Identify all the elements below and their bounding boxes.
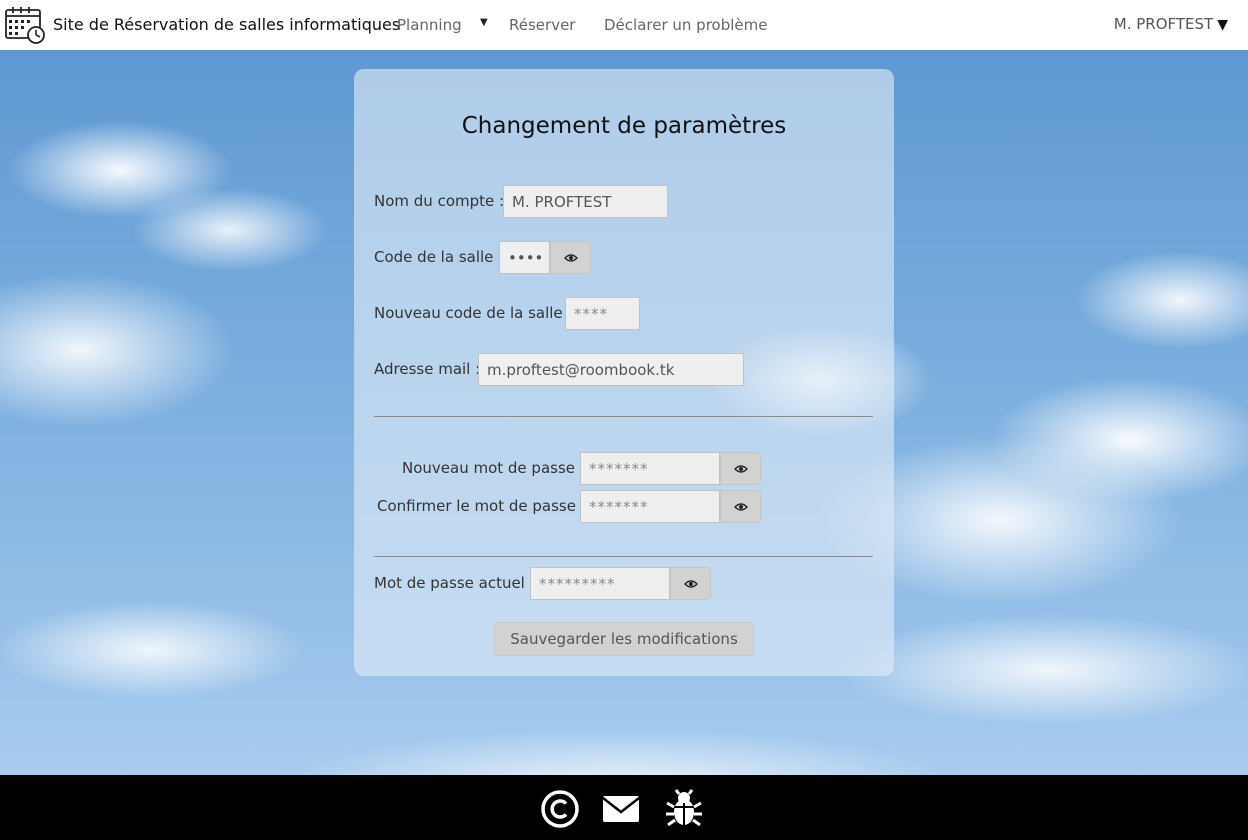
current-password-label: Mot de passe actuel : bbox=[374, 574, 535, 592]
new-password-label: Nouveau mot de passe : bbox=[402, 459, 585, 477]
confirm-password-label: Confirmer le mot de passe : bbox=[377, 497, 586, 515]
copyright-icon[interactable] bbox=[540, 789, 580, 829]
nav-reserver[interactable]: Réserver bbox=[509, 16, 575, 34]
eye-icon bbox=[733, 502, 748, 511]
toggle-confirm-password-visibility-button[interactable] bbox=[720, 490, 761, 523]
email-field[interactable]: m.proftest@roombook.tk bbox=[478, 353, 744, 386]
new-password-field[interactable]: ******* bbox=[580, 452, 720, 485]
planning-dropdown-caret-icon[interactable]: ▼ bbox=[480, 17, 488, 28]
current-password-field[interactable]: ********* bbox=[530, 567, 670, 600]
divider bbox=[374, 416, 873, 417]
toggle-room-code-visibility-button[interactable] bbox=[550, 241, 591, 274]
settings-card: Changement de paramètres Nom du compte :… bbox=[354, 69, 894, 676]
divider bbox=[374, 556, 873, 557]
room-code-label: Code de la salle : bbox=[374, 248, 504, 266]
room-code-field[interactable]: •••• bbox=[499, 241, 550, 274]
new-room-code-field[interactable]: **** bbox=[565, 297, 640, 330]
footer bbox=[0, 775, 1248, 840]
user-menu[interactable]: M. PROFTEST ▼ bbox=[1114, 15, 1228, 33]
toggle-current-password-visibility-button[interactable] bbox=[670, 567, 711, 600]
calendar-clock-icon[interactable] bbox=[5, 6, 45, 44]
save-changes-button[interactable]: Sauvegarder les modifications bbox=[494, 622, 754, 656]
toggle-new-password-visibility-button[interactable] bbox=[720, 452, 761, 485]
account-name-field[interactable]: M. PROFTEST bbox=[503, 185, 668, 218]
eye-icon bbox=[683, 579, 698, 588]
nav-planning[interactable]: Planning bbox=[397, 16, 462, 34]
new-room-code-label: Nouveau code de la salle : bbox=[374, 304, 573, 322]
top-navbar: Site de Réservation de salles informatiq… bbox=[0, 0, 1248, 50]
page-title: Changement de paramètres bbox=[461, 113, 787, 139]
bug-icon[interactable] bbox=[664, 789, 704, 829]
user-caret-icon: ▼ bbox=[1217, 17, 1228, 33]
eye-icon bbox=[563, 253, 578, 262]
mail-icon[interactable] bbox=[601, 789, 641, 829]
confirm-password-field[interactable]: ******* bbox=[580, 490, 720, 523]
account-name-label: Nom du compte : bbox=[374, 192, 505, 210]
nav-declarer-probleme[interactable]: Déclarer un problème bbox=[604, 16, 767, 34]
site-title[interactable]: Site de Réservation de salles informatiq… bbox=[53, 15, 400, 34]
email-label: Adresse mail : bbox=[374, 360, 481, 378]
eye-icon bbox=[733, 464, 748, 473]
user-name: M. PROFTEST bbox=[1113, 15, 1214, 33]
